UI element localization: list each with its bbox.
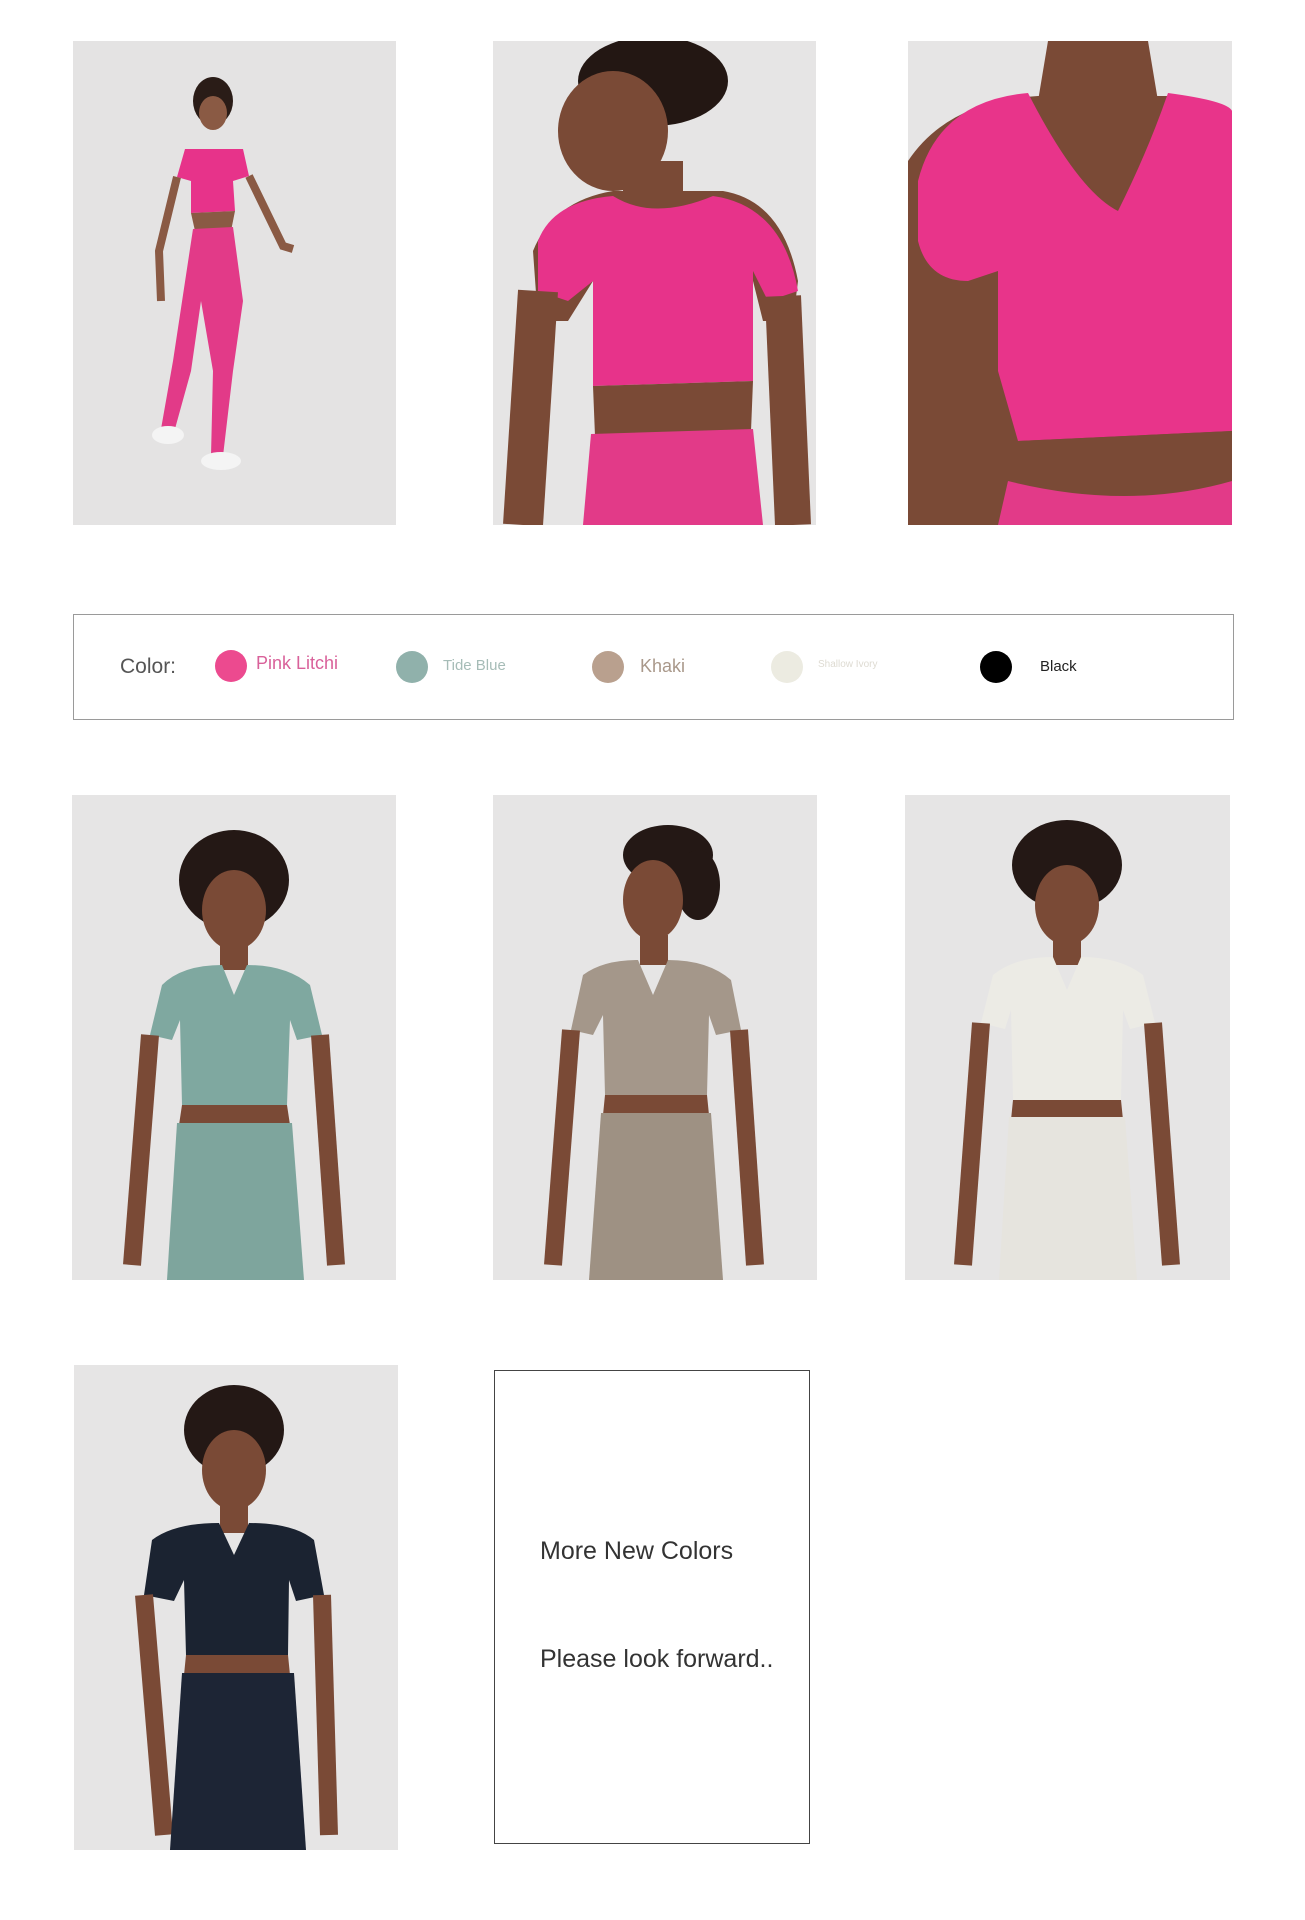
color-name-pink-litchi[interactable]: Pink Litchi	[256, 653, 338, 674]
model-photo-front-icon	[72, 795, 396, 1280]
color-name-khaki[interactable]: Khaki	[640, 656, 685, 677]
model-photo-front-icon	[905, 795, 1230, 1280]
model-photo-back-view-icon	[493, 41, 816, 525]
color-name-tide-blue[interactable]: Tide Blue	[443, 657, 506, 674]
swatch-shallow-ivory[interactable]	[771, 651, 803, 683]
swatch-khaki[interactable]	[592, 651, 624, 683]
photo-shallow-ivory	[905, 795, 1230, 1280]
color-label: Color:	[120, 655, 177, 678]
product-detail-page: Color: Pink Litchi Tide Blue Khaki Shall…	[0, 0, 1305, 1920]
model-photo-front-icon	[74, 1365, 398, 1850]
swatch-tide-blue[interactable]	[396, 651, 428, 683]
model-photo-front-icon	[493, 795, 817, 1280]
photo-pink-full-body	[73, 41, 396, 525]
color-name-black[interactable]: Black	[1040, 658, 1077, 675]
color-name-shallow-ivory[interactable]: Shallow Ivory	[818, 659, 877, 670]
model-photo-closeup-icon	[908, 41, 1232, 525]
coming-soon-title: More New Colors	[540, 1537, 734, 1565]
photo-khaki	[493, 795, 817, 1280]
model-photo-full-body-icon	[73, 41, 396, 525]
coming-soon-box: More New Colors Please look forward..	[494, 1370, 810, 1844]
photo-pink-closeup	[908, 41, 1232, 525]
photo-black	[74, 1365, 398, 1850]
color-selector: Color: Pink Litchi Tide Blue Khaki Shall…	[73, 614, 1234, 720]
coming-soon-subtitle: Please look forward..	[540, 1645, 774, 1673]
swatch-black[interactable]	[980, 651, 1012, 683]
photo-pink-back-view	[493, 41, 816, 525]
swatch-pink-litchi[interactable]	[215, 650, 247, 682]
photo-tide-blue	[72, 795, 396, 1280]
